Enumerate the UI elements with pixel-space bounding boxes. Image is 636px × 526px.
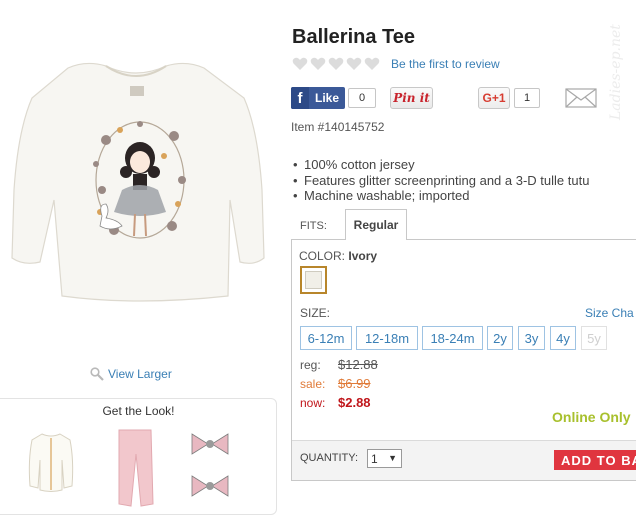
size-option-3y[interactable]: 3y [518,326,545,350]
leggings-thumbnail[interactable] [113,428,157,508]
feature-item: Machine washable; imported [291,188,589,204]
color-label-text: COLOR: [299,249,346,263]
swatch-fill [305,271,322,289]
facebook-like-count: 0 [348,88,376,108]
sale-price-value: $6.99 [338,376,371,391]
size-chart-link[interactable]: Size Cha [585,306,634,320]
fits-label: FITS: [300,220,327,232]
google-plus-count: 1 [514,88,540,108]
product-title: Ballerina Tee [292,26,416,48]
quantity-select[interactable]: 1 ▼ [367,449,402,468]
first-review-link[interactable]: Be the first to review [391,57,500,71]
heart-icon [328,57,344,70]
quantity-label: QUANTITY: [300,452,359,464]
item-number: Item #140145752 [291,120,385,134]
heart-icon [292,57,308,70]
product-image[interactable] [6,40,268,340]
cardigan-thumbnail[interactable] [26,430,76,494]
feature-list: 100% cotton jersey Features glitter scre… [291,157,589,204]
size-label: SIZE: [300,306,331,320]
watermark: Ladies-ep.net [608,24,624,120]
size-option-4y[interactable]: 4y [550,326,576,350]
facebook-icon: f [291,87,309,109]
color-swatch-ivory[interactable] [300,266,327,294]
dropdown-arrow-icon: ▼ [388,453,397,463]
online-only-badge: Online Only [552,409,631,425]
feature-item: 100% cotton jersey [291,157,589,173]
hair-bows-thumbnail[interactable] [184,428,236,504]
view-larger-link[interactable]: View Larger [90,367,172,381]
facebook-like-button[interactable]: f Like [291,87,345,109]
heart-icon [346,57,362,70]
pinterest-pin-button[interactable]: Pin it [390,87,433,109]
color-value: Ivory [348,249,378,263]
color-label: COLOR: Ivory [299,249,377,263]
quantity-value: 1 [371,451,378,466]
now-price-value: $2.88 [338,395,371,410]
tab-regular[interactable]: Regular [345,209,407,240]
facebook-like-label: Like [315,91,340,105]
sale-price-label: sale: [300,377,326,391]
get-the-look-title: Get the Look! [102,404,175,418]
size-option-18-24m[interactable]: 18-24m [422,326,483,350]
size-option-6-12m[interactable]: 6-12m [300,326,352,350]
heart-icon [310,57,326,70]
social-share-row: f Like 0 Pin it G+1 1 [291,87,636,109]
feature-item: Features glitter screenprinting and a 3-… [291,173,589,189]
now-price-label: now: [300,396,326,410]
size-option-12-18m[interactable]: 12-18m [356,326,418,350]
google-plus-button[interactable]: G+1 [478,87,510,109]
size-option-2y[interactable]: 2y [487,326,513,350]
add-to-bag-button[interactable]: ADD TO BAG [554,450,636,470]
magnifier-icon [90,367,104,381]
size-option-5y: 5y [581,326,607,350]
reg-price-label: reg: [300,358,321,372]
rating-hearts [292,57,380,71]
email-icon[interactable] [565,88,597,108]
view-larger-label: View Larger [108,367,172,381]
reg-price-value: $12.88 [338,357,378,372]
heart-icon [364,57,380,70]
